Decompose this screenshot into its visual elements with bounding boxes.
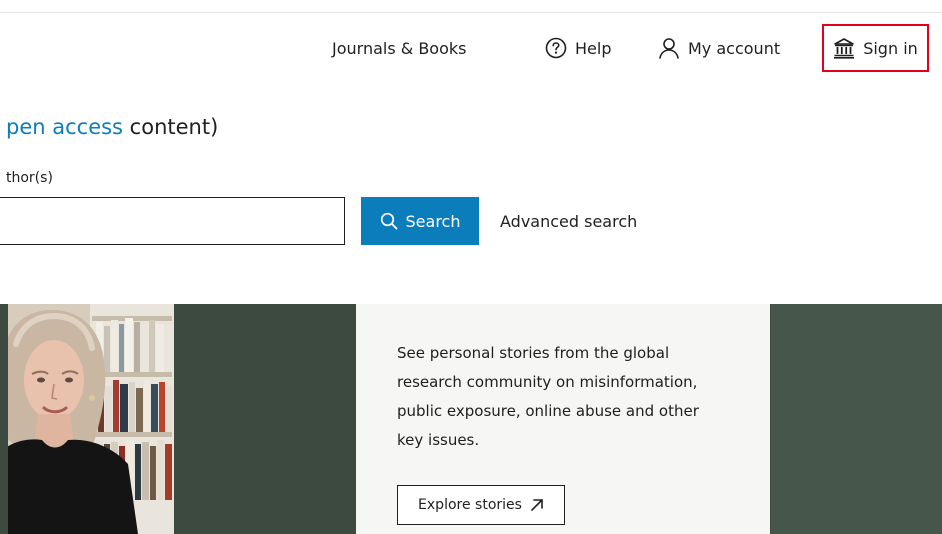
nav-journals-books[interactable]: Journals & Books <box>332 28 466 68</box>
search-button[interactable]: Search <box>361 197 479 245</box>
speaker-video-image <box>8 304 174 534</box>
arrow-up-right-icon <box>531 499 543 511</box>
nav-help-label: Help <box>575 38 612 58</box>
search-button-label: Search <box>405 211 461 231</box>
sign-in-label: Sign in <box>863 38 918 58</box>
explore-stories-button[interactable]: Explore stories <box>397 485 565 525</box>
top-navigation: Journals & Books Help My account Sign in <box>0 24 942 72</box>
nav-account-label: My account <box>688 38 781 58</box>
sign-in-button[interactable]: Sign in <box>822 24 929 72</box>
top-divider <box>0 12 942 13</box>
explore-stories-label: Explore stories <box>418 497 522 513</box>
institution-icon <box>834 38 855 59</box>
nav-help[interactable]: Help <box>545 28 611 68</box>
stories-promo-card: See personal stories from the global res… <box>356 304 770 534</box>
video-thumbnail[interactable] <box>8 304 174 534</box>
banner-right-panel <box>771 304 942 534</box>
authors-field-label: thor(s) <box>6 170 53 186</box>
stories-banner: See personal stories from the global res… <box>0 304 942 534</box>
advanced-search-link[interactable]: Advanced search <box>500 197 637 245</box>
promo-description: See personal stories from the global res… <box>397 344 699 449</box>
open-access-link[interactable]: pen access <box>6 115 123 139</box>
page-heading: pen access content) <box>6 115 218 139</box>
nav-my-account[interactable]: My account <box>658 28 780 68</box>
nav-journals-label: Journals & Books <box>332 38 467 58</box>
authors-search-input[interactable] <box>0 197 345 245</box>
search-icon <box>380 212 397 230</box>
page-heading-rest: content) <box>123 115 219 139</box>
help-circle-icon <box>545 37 567 59</box>
user-icon <box>659 38 679 59</box>
